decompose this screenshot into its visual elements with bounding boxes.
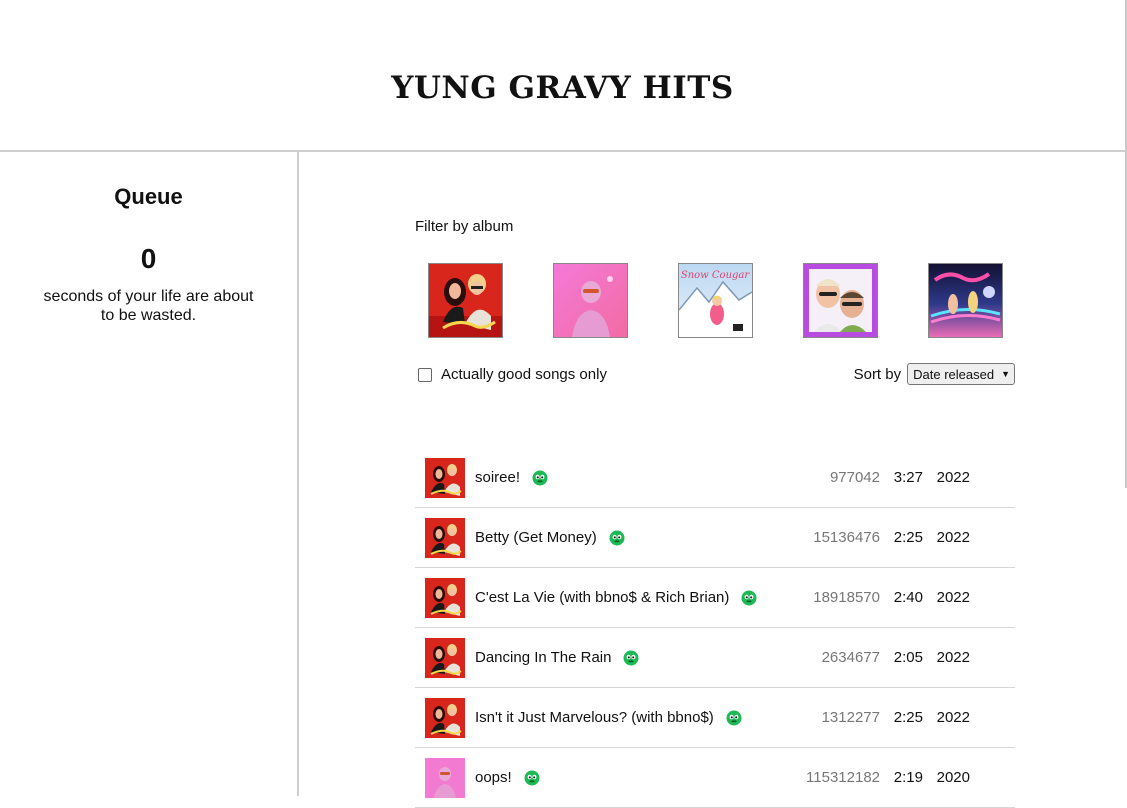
song-title: Dancing In The Rain (475, 649, 612, 666)
song-title: C'est La Vie (with bbno$ & Rich Brian) (475, 589, 730, 606)
song-album-art (425, 757, 465, 798)
song-duration: 2:25 (893, 529, 923, 546)
song-duration: 2:05 (893, 649, 923, 666)
main-content: Filter by album Snow Cougar Actually goo… (300, 152, 1125, 808)
queue-seconds-count: 0 (140, 243, 157, 274)
good-songs-toggle[interactable]: Actually good songs only (418, 366, 607, 383)
song-album-art (425, 697, 465, 738)
gremlin-icon (741, 590, 757, 606)
song-title: Betty (Get Money) (475, 529, 597, 546)
album-filter-baby-gravy[interactable] (803, 263, 878, 338)
album-filter-gasanova[interactable] (553, 263, 628, 338)
song-play-count: 18918570 (813, 589, 880, 606)
good-songs-checkbox[interactable] (418, 367, 432, 382)
song-row[interactable]: C'est La Vie (with bbno$ & Rich Brian) 18… (415, 568, 1015, 628)
song-year: 2022 (936, 589, 970, 606)
song-year: 2022 (936, 649, 970, 666)
chevron-down-icon: ▼ (1001, 369, 1010, 379)
gremlin-icon (532, 470, 548, 486)
song-duration: 2:19 (893, 769, 923, 786)
song-row[interactable]: Isn't it Just Marvelous? (with bbno$) 131… (415, 688, 1015, 748)
page: YUNG GRAVY HITS Queue 0 seconds of your … (0, 0, 1125, 808)
queue-title: Queue (114, 184, 183, 209)
gasanova-album-cover (554, 264, 627, 337)
album-filter-marvelous[interactable] (428, 263, 503, 338)
song-play-count: 977042 (829, 469, 880, 486)
song-title: oops! (475, 769, 512, 786)
song-list: soiree! 977042 3:27 2022 Betty (Get Money) 15… (415, 448, 1015, 808)
song-year: 2020 (936, 769, 970, 786)
gremlin-icon (623, 650, 639, 666)
song-row[interactable]: oops! 115312182 2:19 2020 (415, 748, 1015, 808)
song-year: 2022 (936, 469, 970, 486)
sort-select[interactable]: Date released ▼ (907, 363, 1015, 385)
song-year: 2022 (936, 529, 970, 546)
song-row[interactable]: Betty (Get Money) 15136476 2:25 2022 (415, 508, 1015, 568)
marvelous-album-cover (429, 264, 502, 337)
song-album-art (425, 637, 465, 678)
song-row[interactable]: Dancing In The Rain 2634677 2:05 2022 (415, 628, 1015, 688)
good-songs-label: Actually good songs only (441, 366, 607, 383)
song-play-count: 1312277 (821, 709, 880, 726)
song-duration: 3:27 (893, 469, 923, 486)
queue-caption: seconds of your life are about to be was… (43, 288, 254, 324)
sensational-album-cover (929, 264, 1002, 337)
gremlin-icon (524, 770, 540, 786)
sort-label: Sort by (853, 365, 902, 383)
song-album-art (425, 457, 465, 498)
song-play-count: 115312182 (806, 769, 880, 786)
page-title: YUNG GRAVY HITS (391, 70, 734, 106)
filter-by-album-label: Filter by album (415, 218, 514, 235)
sort-control: Sort by Date released ▼ (854, 363, 1015, 385)
site-header: YUNG GRAVY HITS (0, 0, 1125, 152)
song-row[interactable]: soiree! 977042 3:27 2022 (415, 448, 1015, 508)
album-filter-snow-cougar[interactable]: Snow Cougar (678, 263, 753, 338)
snow-cougar-cover-text: Snow Cougar (681, 270, 751, 281)
album-filter-sensational[interactable] (928, 263, 1003, 338)
song-album-art (425, 577, 465, 618)
song-duration: 2:25 (893, 709, 923, 726)
baby-gravy-album-cover (804, 264, 877, 337)
gremlin-icon (609, 530, 625, 546)
sort-select-value: Date released (913, 366, 995, 382)
song-title: Isn't it Just Marvelous? (with bbno$) (475, 709, 714, 726)
queue-panel: Queue 0 seconds of your life are about t… (0, 152, 299, 796)
song-title: soiree! (475, 469, 521, 486)
song-play-count: 2634677 (821, 649, 880, 666)
gremlin-icon (726, 710, 742, 726)
song-year: 2022 (936, 709, 970, 726)
snow-cougar-album-cover: Snow Cougar (679, 264, 752, 337)
song-duration: 2:40 (893, 589, 923, 606)
song-album-art (425, 517, 465, 558)
song-play-count: 15136476 (813, 529, 880, 546)
